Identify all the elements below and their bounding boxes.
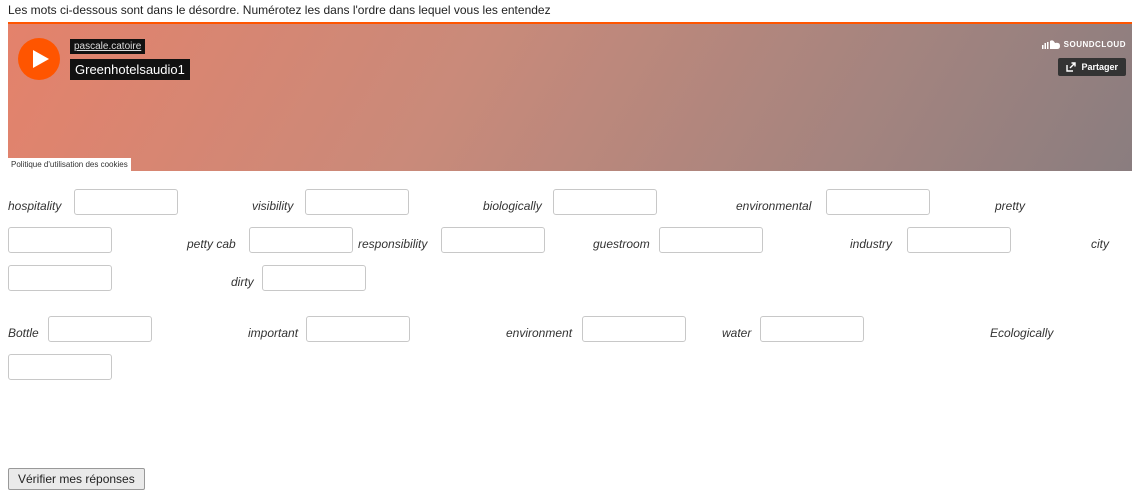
word-number-input[interactable] <box>553 189 657 215</box>
word-label: environmental <box>736 199 812 213</box>
word-number-input[interactable] <box>306 316 410 342</box>
word-label: Bottle <box>8 326 39 340</box>
word-number-input[interactable] <box>441 227 545 253</box>
word-number-input[interactable] <box>826 189 930 215</box>
word-label: dirty <box>231 275 254 289</box>
play-button[interactable] <box>18 38 60 80</box>
soundcloud-icon <box>1041 40 1060 49</box>
uploader-link[interactable]: pascale.catoire <box>70 39 146 54</box>
word-label: important <box>248 326 299 340</box>
word-label: responsibility <box>358 237 428 251</box>
share-button[interactable]: Partager <box>1058 58 1126 76</box>
instructions-text: Les mots ci-dessous sont dans le désordr… <box>8 3 551 17</box>
word-label: guestroom <box>593 237 650 251</box>
share-label: Partager <box>1081 62 1118 72</box>
word-number-input[interactable] <box>249 227 353 253</box>
word-label: visibility <box>252 199 294 213</box>
word-label: environment <box>506 326 573 340</box>
word-label: industry <box>850 237 893 251</box>
soundcloud-logo[interactable]: SOUNDCLOUD <box>1041 40 1126 49</box>
track-title[interactable]: Greenhotelsaudio1 <box>70 59 190 80</box>
word-number-input[interactable] <box>8 354 112 380</box>
word-number-input[interactable] <box>262 265 366 291</box>
word-label: hospitality <box>8 199 62 213</box>
word-label: biologically <box>483 199 542 213</box>
brand-label: SOUNDCLOUD <box>1063 40 1126 49</box>
cookie-policy-link[interactable]: Politique d'utilisation des cookies <box>8 158 131 171</box>
verify-answers-button[interactable]: Vérifier mes réponses <box>8 468 145 490</box>
word-number-input[interactable] <box>659 227 763 253</box>
word-number-input[interactable] <box>907 227 1011 253</box>
word-number-input[interactable] <box>8 227 112 253</box>
word-label: pretty <box>995 199 1026 213</box>
word-label: Ecologically <box>990 326 1054 340</box>
word-number-input[interactable] <box>582 316 686 342</box>
soundcloud-player: pascale.catoire Greenhotelsaudio1 SOUNDC… <box>8 22 1132 171</box>
word-number-input[interactable] <box>8 265 112 291</box>
word-label: petty cab <box>187 237 236 251</box>
share-icon <box>1066 62 1077 72</box>
word-number-input[interactable] <box>760 316 864 342</box>
word-label: water <box>722 326 752 340</box>
word-number-input[interactable] <box>48 316 152 342</box>
word-number-input[interactable] <box>74 189 178 215</box>
play-icon <box>33 50 49 68</box>
word-number-input[interactable] <box>305 189 409 215</box>
word-label: city <box>1091 237 1109 251</box>
